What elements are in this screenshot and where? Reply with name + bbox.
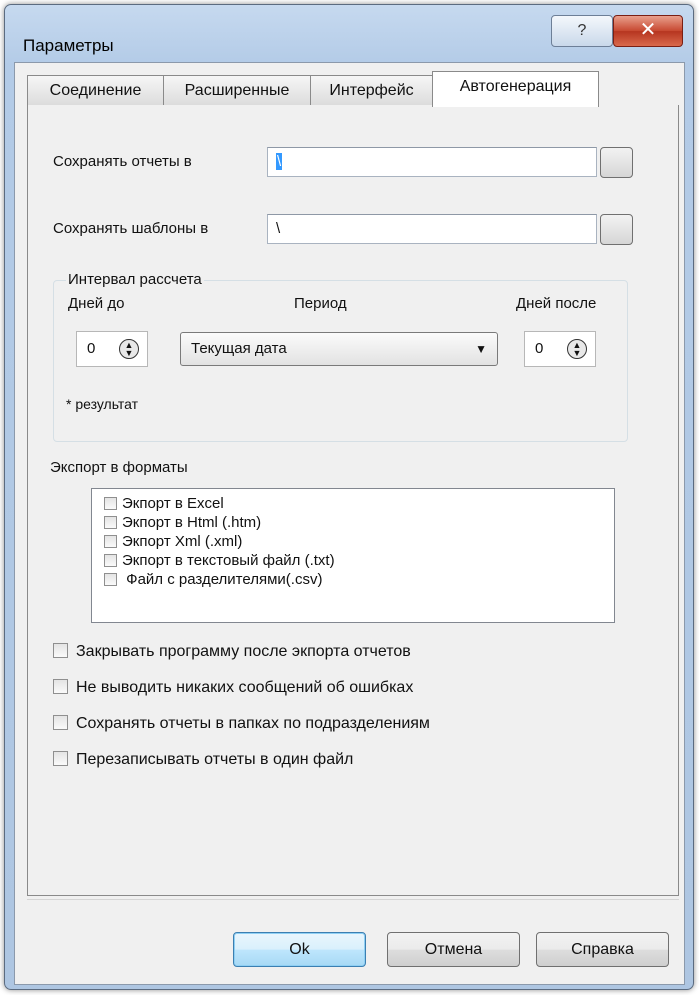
checkbox[interactable] (53, 643, 68, 658)
checkbox[interactable] (104, 554, 117, 567)
checkbox[interactable] (104, 535, 117, 548)
tab-connection[interactable]: Соединение (27, 75, 164, 105)
option-label: Не выводить никаких сообщений об ошибках (76, 679, 414, 696)
result-note: * результат (66, 396, 139, 412)
chevron-down-icon: ▼ (475, 342, 487, 356)
checkbox[interactable] (104, 497, 117, 510)
option-overwrite-single-file[interactable]: Перезаписывать отчеты в один файл (53, 751, 353, 769)
export-formats-list[interactable]: Экпорт в Excel Экпорт в Html (.htm) Экпо… (91, 488, 615, 623)
window-title: Параметры (23, 36, 114, 55)
days-after-stepper[interactable]: 0 ▲ ▼ (524, 331, 596, 367)
days-before-value: 0 (87, 340, 96, 357)
list-item-label: Экпорт в текстовый файл (.txt) (122, 552, 335, 569)
checkbox[interactable] (53, 715, 68, 730)
list-item[interactable]: Экпорт в Html (.htm) (104, 514, 261, 532)
reports-path-value: \ (276, 153, 283, 170)
checkbox[interactable] (53, 751, 68, 766)
option-save-by-department[interactable]: Сохранять отчеты в папках по подразделен… (53, 715, 430, 733)
checkbox[interactable] (104, 516, 117, 529)
templates-path-input[interactable]: \ (267, 214, 597, 244)
help-icon[interactable]: ? (551, 15, 613, 47)
help-button[interactable]: Справка (536, 932, 669, 967)
days-before-label: Дней до (68, 295, 125, 312)
autogeneration-panel: Сохранять отчеты в \ Сохранять шаблоны в… (27, 105, 679, 896)
checkbox[interactable] (53, 679, 68, 694)
tab-autogeneration[interactable]: Автогенерация (432, 71, 599, 107)
days-after-label: Дней после (516, 295, 597, 312)
interval-group: Интервал рассчета Дней до Период Дней по… (53, 271, 628, 442)
dialog-client: Соединение Расширенные Интерфейс Автоген… (14, 62, 685, 985)
list-item[interactable]: Экпорт Xml (.xml) (104, 533, 242, 551)
spin-updown-icon[interactable]: ▲ ▼ (119, 339, 139, 359)
list-item-label: Экпорт Xml (.xml) (122, 533, 243, 550)
option-label: Сохранять отчеты в папках по подразделен… (76, 715, 430, 732)
tab-advanced[interactable]: Расширенные (163, 75, 311, 105)
dialog-window: Параметры ? ✕ Соединение Расширенные Инт… (4, 4, 694, 990)
list-item[interactable]: Экпорт в текстовый файл (.txt) (104, 552, 335, 570)
cancel-button[interactable]: Отмена (387, 932, 520, 967)
list-item-label: Экпорт в Html (.htm) (122, 514, 262, 531)
option-close-after-export[interactable]: Закрывать программу после экпорта отчето… (53, 643, 411, 661)
period-label: Период (294, 295, 347, 312)
title-bar[interactable]: Параметры ? ✕ (5, 5, 693, 59)
reports-browse-button[interactable] (600, 147, 633, 178)
export-formats-label: Экспорт в форматы (50, 459, 188, 476)
option-label: Закрывать программу после экпорта отчето… (76, 643, 411, 660)
reports-path-input[interactable]: \ (267, 147, 597, 177)
option-suppress-errors[interactable]: Не выводить никаких сообщений об ошибках (53, 679, 413, 697)
templates-browse-button[interactable] (600, 214, 633, 245)
ok-button[interactable]: Ok (233, 932, 366, 967)
list-item-label: Файл с разделителями(.csv) (122, 571, 323, 588)
close-icon[interactable]: ✕ (613, 15, 683, 47)
templates-path-label: Сохранять шаблоны в (53, 220, 209, 237)
reports-path-label: Сохранять отчеты в (53, 153, 192, 170)
list-item[interactable]: Файл с разделителями(.csv) (104, 571, 322, 589)
checkbox[interactable] (104, 573, 117, 586)
days-after-value: 0 (535, 340, 544, 357)
tab-interface[interactable]: Интерфейс (310, 75, 433, 105)
period-value: Текущая дата (191, 340, 287, 357)
option-label: Перезаписывать отчеты в один файл (76, 751, 354, 768)
spin-updown-icon[interactable]: ▲ ▼ (567, 339, 587, 359)
days-before-stepper[interactable]: 0 ▲ ▼ (76, 331, 148, 367)
list-item[interactable]: Экпорт в Excel (104, 495, 224, 513)
interval-group-title: Интервал рассчета (66, 271, 204, 288)
list-item-label: Экпорт в Excel (122, 495, 224, 512)
period-dropdown[interactable]: Текущая дата ▼ (180, 332, 498, 366)
footer-divider (27, 899, 679, 900)
